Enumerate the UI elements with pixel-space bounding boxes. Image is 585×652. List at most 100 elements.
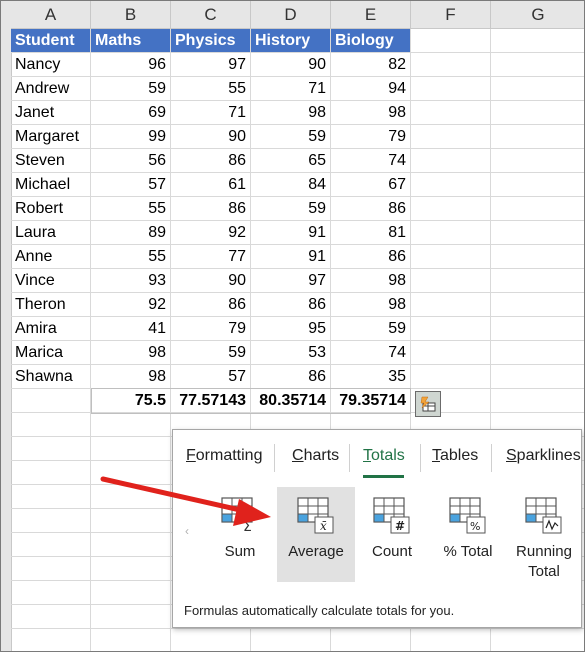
empty-cell[interactable]	[11, 509, 91, 533]
score-cell[interactable]: 98	[331, 101, 411, 125]
score-cell[interactable]: 92	[91, 293, 171, 317]
empty-cell[interactable]	[171, 629, 251, 651]
student-name-cell[interactable]: Laura	[11, 221, 91, 245]
score-cell[interactable]: 56	[91, 149, 171, 173]
empty-cell[interactable]	[11, 533, 91, 557]
empty-cell[interactable]	[91, 413, 171, 437]
student-name-cell[interactable]: Anne	[11, 245, 91, 269]
score-cell[interactable]: 69	[91, 101, 171, 125]
empty-cell[interactable]	[11, 485, 91, 509]
score-cell[interactable]: 74	[331, 341, 411, 365]
empty-cell[interactable]	[491, 101, 584, 125]
student-name-cell[interactable]: Janet	[11, 101, 91, 125]
empty-cell[interactable]	[491, 197, 584, 221]
score-cell[interactable]: 65	[251, 149, 331, 173]
empty-cell[interactable]	[11, 557, 91, 581]
student-name-cell[interactable]: Vince	[11, 269, 91, 293]
score-cell[interactable]: 97	[251, 269, 331, 293]
score-cell[interactable]: 71	[171, 101, 251, 125]
score-cell[interactable]: 74	[331, 149, 411, 173]
quick-analysis-button[interactable]	[415, 391, 441, 417]
score-cell[interactable]: 84	[251, 173, 331, 197]
empty-cell[interactable]	[11, 389, 91, 413]
empty-cell[interactable]	[91, 581, 171, 605]
average-result-cell[interactable]: 79.35714	[331, 389, 411, 413]
empty-cell[interactable]	[411, 53, 491, 77]
score-cell[interactable]: 41	[91, 317, 171, 341]
empty-cell[interactable]	[411, 101, 491, 125]
empty-cell[interactable]	[411, 149, 491, 173]
column-header-a[interactable]: A	[11, 1, 91, 29]
empty-cell[interactable]	[411, 221, 491, 245]
empty-cell[interactable]	[11, 413, 91, 437]
column-header-f[interactable]: F	[411, 1, 491, 29]
column-header-e[interactable]: E	[331, 1, 411, 29]
empty-cell[interactable]	[91, 461, 171, 485]
empty-cell[interactable]	[491, 629, 584, 651]
score-cell[interactable]: 55	[91, 197, 171, 221]
empty-cell[interactable]	[411, 125, 491, 149]
score-cell[interactable]: 90	[251, 53, 331, 77]
score-cell[interactable]: 79	[171, 317, 251, 341]
score-cell[interactable]: 59	[251, 197, 331, 221]
score-cell[interactable]: 55	[91, 245, 171, 269]
score-cell[interactable]: 99	[91, 125, 171, 149]
score-cell[interactable]: 53	[251, 341, 331, 365]
empty-cell[interactable]	[491, 317, 584, 341]
average-button[interactable]: x̄ Average	[277, 487, 355, 582]
average-result-cell[interactable]: 75.5	[91, 389, 171, 413]
score-cell[interactable]: 90	[171, 269, 251, 293]
score-cell[interactable]: 91	[251, 221, 331, 245]
empty-cell[interactable]	[491, 341, 584, 365]
score-cell[interactable]: 86	[171, 197, 251, 221]
score-cell[interactable]: 61	[171, 173, 251, 197]
score-cell[interactable]: 59	[91, 77, 171, 101]
score-cell[interactable]: 57	[91, 173, 171, 197]
empty-cell[interactable]	[491, 125, 584, 149]
empty-cell[interactable]	[11, 461, 91, 485]
empty-cell[interactable]	[91, 533, 171, 557]
empty-cell[interactable]	[11, 581, 91, 605]
empty-cell[interactable]	[91, 629, 171, 651]
score-cell[interactable]: 90	[171, 125, 251, 149]
tab-formatting[interactable]: Formatting	[186, 447, 262, 465]
empty-cell[interactable]	[411, 365, 491, 389]
empty-cell[interactable]	[91, 605, 171, 629]
empty-cell[interactable]	[91, 557, 171, 581]
empty-cell[interactable]	[491, 53, 584, 77]
empty-cell[interactable]	[491, 221, 584, 245]
score-cell[interactable]: 86	[251, 365, 331, 389]
tab-totals[interactable]: Totals	[363, 447, 405, 465]
score-cell[interactable]: 91	[251, 245, 331, 269]
student-name-cell[interactable]: Andrew	[11, 77, 91, 101]
score-cell[interactable]: 97	[171, 53, 251, 77]
score-cell[interactable]: 98	[91, 341, 171, 365]
score-cell[interactable]: 86	[251, 293, 331, 317]
empty-cell[interactable]	[11, 605, 91, 629]
empty-cell[interactable]	[491, 173, 584, 197]
empty-cell[interactable]	[251, 629, 331, 651]
table-header-cell[interactable]: Biology	[331, 29, 411, 53]
table-header-cell[interactable]: History	[251, 29, 331, 53]
empty-cell[interactable]	[411, 197, 491, 221]
empty-cell[interactable]	[91, 437, 171, 461]
empty-cell[interactable]	[411, 293, 491, 317]
column-header-c[interactable]: C	[171, 1, 251, 29]
student-name-cell[interactable]: Marica	[11, 341, 91, 365]
score-cell[interactable]: 98	[91, 365, 171, 389]
score-cell[interactable]: 77	[171, 245, 251, 269]
empty-cell[interactable]	[11, 437, 91, 461]
tab-charts[interactable]: Charts	[292, 447, 339, 465]
score-cell[interactable]: 98	[331, 293, 411, 317]
score-cell[interactable]: 59	[331, 317, 411, 341]
score-cell[interactable]: 79	[331, 125, 411, 149]
student-name-cell[interactable]: Steven	[11, 149, 91, 173]
score-cell[interactable]: 92	[171, 221, 251, 245]
empty-cell[interactable]	[91, 509, 171, 533]
table-header-cell[interactable]: Maths	[91, 29, 171, 53]
empty-cell[interactable]	[491, 149, 584, 173]
score-cell[interactable]: 59	[251, 125, 331, 149]
empty-cell[interactable]	[411, 317, 491, 341]
score-cell[interactable]: 86	[171, 293, 251, 317]
column-header-d[interactable]: D	[251, 1, 331, 29]
